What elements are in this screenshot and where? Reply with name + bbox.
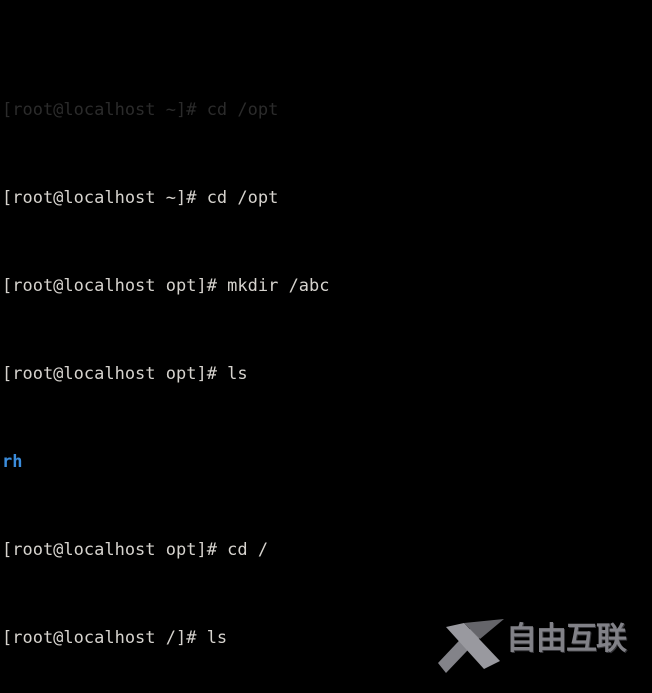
terminal-line-ls-root: [root@localhost /]# ls: [2, 628, 228, 648]
terminal-scrollback: [root@localhost ~]# cd /opt [root@localh…: [2, 33, 652, 693]
terminal-output-rh-1: rh: [2, 452, 23, 472]
terminal-line-cd-opt: [root@localhost ~]# cd /opt: [2, 188, 279, 208]
terminal-line-cd-root: [root@localhost opt]# cd /: [2, 540, 269, 560]
terminal-line-mkdir-abc: [root@localhost opt]# mkdir /abc: [2, 276, 330, 296]
terminal-line-clipped: [root@localhost ~]# cd /opt: [2, 100, 279, 120]
terminal-line-ls-opt: [root@localhost opt]# ls: [2, 364, 248, 384]
terminal-window[interactable]: [root@localhost ~]# cd /opt [root@localh…: [0, 0, 652, 693]
